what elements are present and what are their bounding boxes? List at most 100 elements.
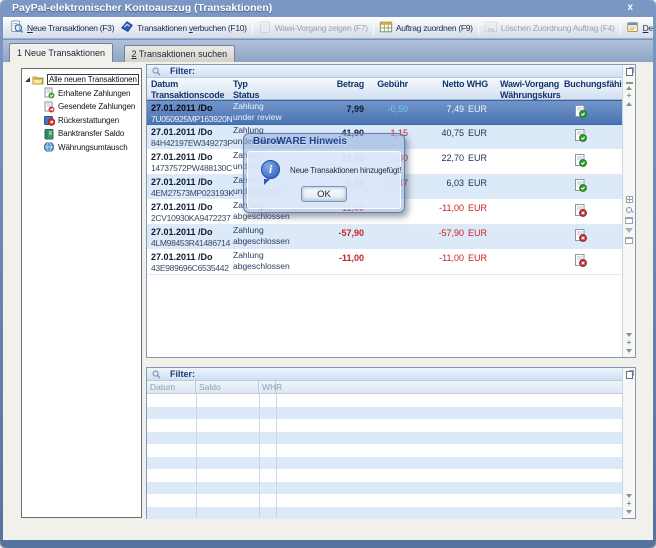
empty-row[interactable] (147, 507, 622, 520)
empty-row[interactable] (147, 494, 622, 507)
balance-table-header: Datum Saldo WHR (147, 381, 622, 394)
empty-row[interactable] (147, 432, 622, 445)
tree-item-all-transactions[interactable]: Alle neuen Transaktionen (22, 73, 141, 87)
scroll-down-icon[interactable] (626, 333, 632, 337)
tree-item-label: Gesendete Zahlungen (58, 102, 135, 111)
filter-bar[interactable]: Filter: (147, 368, 622, 381)
filter-label: Filter: (170, 66, 195, 76)
column-gebuehr[interactable]: Gebühr (364, 78, 408, 89)
column-wawi-vorgang[interactable]: Wawi-Vorgang (500, 78, 560, 89)
add-icon[interactable]: + (627, 339, 632, 347)
info-icon: i (261, 160, 280, 179)
tab-new-transactions[interactable]: 1 Neue Transaktionen (9, 43, 113, 62)
dialog-body: i Neue Transaktionen hinzugefügt! OK (247, 151, 401, 209)
toolbar-separator (373, 20, 374, 35)
page-up-icon[interactable] (626, 102, 632, 106)
table-row[interactable]: 27.01.2011 /Do4LM98453R41486714 Zahlunga… (147, 225, 622, 250)
tree-item-refunds[interactable]: Rückerstattungen (22, 114, 141, 128)
received-payment-icon (43, 87, 55, 99)
assign-order-button[interactable]: Auftrag zuordnen (F9) (376, 18, 476, 37)
column-whr[interactable]: WHR (259, 381, 276, 393)
column-waehrungskurs[interactable]: Währungskurs (500, 89, 560, 100)
column-datum[interactable]: Datum (151, 78, 233, 89)
app-window: PayPal-elektronischer Kontoauszug (Trans… (0, 0, 656, 548)
column-datum[interactable]: Datum (147, 381, 196, 393)
toolbar-separator (252, 20, 253, 35)
title-bar: PayPal-elektronischer Kontoauszug (Trans… (3, 0, 653, 17)
filter-icon[interactable] (625, 228, 633, 233)
book-transactions-button[interactable]: Transaktionen verbuchen (F10) (117, 18, 250, 37)
tree-item-bank-transfer[interactable]: Banktransfer Saldo (22, 127, 141, 141)
toolbar: Neue Transaktionen (F3) Transaktionen ve… (3, 17, 653, 39)
add-icon[interactable]: + (627, 500, 632, 508)
new-transactions-button[interactable]: Neue Transaktionen (F3) (7, 18, 117, 37)
expander-icon[interactable] (25, 77, 30, 82)
layout-icon[interactable] (625, 237, 633, 244)
bookable-no-icon (574, 229, 587, 242)
empty-row[interactable] (147, 419, 622, 432)
empty-row[interactable] (147, 444, 622, 457)
column-typ[interactable]: Typ (233, 78, 309, 89)
notice-dialog: BüroWARE Hinweis i Neue Transaktionen hi… (243, 133, 405, 213)
balance-table-body (147, 394, 622, 518)
column-transaktionscode[interactable]: Transaktionscode (151, 89, 233, 100)
table-row[interactable]: 27.01.2011 /Do43E989696C6535442 Zahlunga… (147, 250, 622, 275)
close-button[interactable]: x (627, 2, 633, 13)
column-divider (259, 394, 260, 518)
column-saldo[interactable]: Saldo (196, 381, 259, 393)
empty-row[interactable] (147, 394, 622, 407)
scroll-up-icon[interactable] (626, 86, 632, 90)
copy-icon[interactable] (626, 371, 633, 379)
table-grid-icon (379, 20, 393, 36)
refund-icon (43, 114, 55, 126)
details-button[interactable]: Details (623, 18, 653, 37)
empty-row[interactable] (147, 457, 622, 470)
empty-row[interactable] (147, 407, 622, 420)
column-netto-whg[interactable]: Netto WHG (408, 78, 488, 89)
details-form-icon (626, 20, 640, 36)
table-delete-icon (484, 20, 498, 36)
scroll-down-icon[interactable] (626, 494, 632, 498)
copy-icon[interactable] (626, 68, 633, 76)
delete-assignment-button: Löschen Zuordnung Auftrag (F4) (481, 18, 618, 37)
document-icon (258, 20, 272, 36)
show-wawi-button: Wawi-Vorgang zeigen (F7) (255, 18, 371, 37)
tab-search-transactions[interactable]: 2 Transaktionen suchen (124, 45, 236, 62)
ok-button[interactable]: OK (301, 186, 347, 202)
column-betrag[interactable]: Betrag (309, 78, 364, 89)
tree-item-received-payments[interactable]: Erhaltene Zahlungen (22, 87, 141, 101)
column-buchungsfaehig[interactable]: Buchungsfähig (564, 78, 627, 89)
scroll-bottom-icon[interactable] (626, 510, 632, 514)
add-icon[interactable]: + (627, 92, 632, 100)
tree-item-label: Währungsumtausch (58, 143, 128, 152)
window-icon[interactable] (625, 217, 633, 224)
bookable-yes-icon (574, 154, 587, 167)
scroll-top-icon[interactable] (626, 82, 633, 84)
column-status[interactable]: Status (233, 89, 309, 100)
column-divider (196, 394, 197, 518)
tree-item-label: Banktransfer Saldo (58, 129, 124, 138)
bookable-no-icon (574, 204, 587, 217)
tab-strip: 1 Neue Transaktionen 2 Transaktionen suc… (3, 40, 653, 62)
table-row[interactable]: 27.01.2011 /Do7U050925MP163920N Zahlungu… (147, 100, 622, 125)
toolbar-separator (478, 20, 479, 35)
filter-bar[interactable]: Filter: (147, 65, 622, 78)
tree-item-label: Alle neuen Transaktionen (47, 74, 139, 85)
tree-item-label: Erhaltene Zahlungen (58, 89, 130, 98)
scroll-bottom-icon[interactable] (626, 349, 632, 353)
globe-icon (43, 141, 55, 153)
search-icon[interactable] (626, 207, 632, 213)
bookable-yes-icon (574, 105, 587, 118)
table-header: DatumTransaktionscode TypStatus Betrag G… (147, 78, 622, 100)
info-icon-tail (264, 179, 270, 185)
search-icon (152, 67, 161, 76)
toolbar-separator (620, 20, 621, 35)
tree-item-label: Rückerstattungen (58, 116, 119, 125)
tree-item-currency-exchange[interactable]: Währungsumtausch (22, 141, 141, 155)
tree-item-sent-payments[interactable]: Gesendete Zahlungen (22, 100, 141, 114)
side-scroll-strip: + + (622, 65, 635, 357)
empty-row[interactable] (147, 482, 622, 495)
empty-row[interactable] (147, 469, 622, 482)
bookable-yes-icon (574, 129, 587, 142)
grid-view-icon[interactable] (626, 196, 633, 203)
